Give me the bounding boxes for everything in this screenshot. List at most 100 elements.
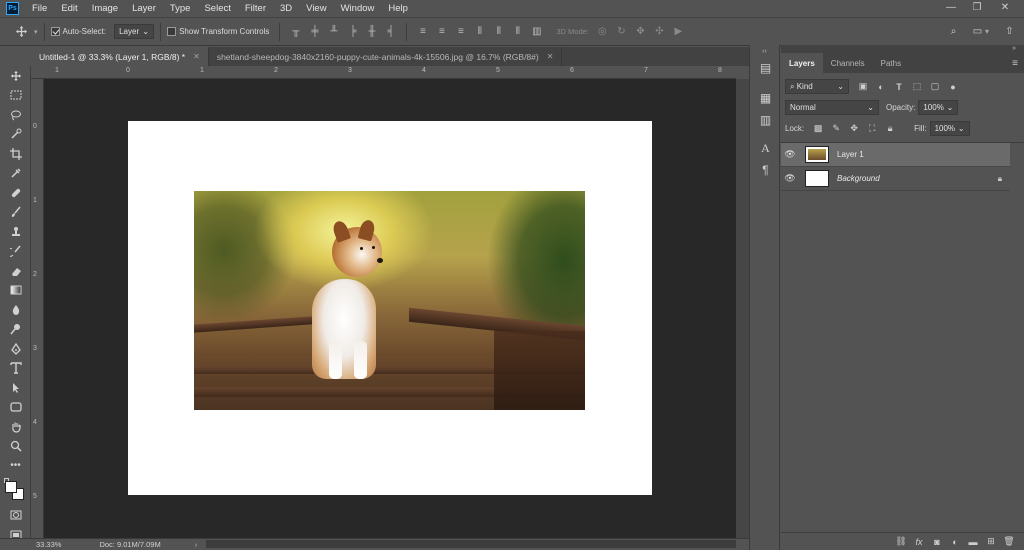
move-tool-icon[interactable] bbox=[12, 25, 30, 38]
restore-button[interactable]: ❐ bbox=[964, 0, 990, 15]
adjustment-layer-icon[interactable]: ◐ bbox=[946, 537, 964, 547]
distribute-right-icon[interactable]: ⦀ bbox=[511, 25, 524, 38]
fill-input[interactable]: 100% ⌄ bbox=[929, 121, 970, 136]
gradient-tool-icon[interactable] bbox=[0, 281, 31, 301]
tab-untitled-1[interactable]: Untitled-1 @ 33.3% (Layer 1, RGB/8) * ✕ bbox=[31, 47, 209, 66]
quick-selection-tool-icon[interactable] bbox=[0, 125, 31, 145]
lock-position-icon[interactable]: ✥ bbox=[848, 123, 860, 135]
blur-tool-icon[interactable] bbox=[0, 300, 31, 320]
lock-all-icon[interactable]: 🔒︎ bbox=[884, 123, 896, 135]
delete-layer-icon[interactable]: 🗑︎ bbox=[1000, 536, 1018, 547]
auto-select-checkbox[interactable] bbox=[50, 27, 60, 36]
new-layer-icon[interactable]: ⊞ bbox=[982, 536, 1000, 547]
align-top-icon[interactable]: ╥ bbox=[289, 25, 302, 38]
workspace-icon[interactable]: ▭ bbox=[971, 25, 984, 38]
brush-tool-icon[interactable] bbox=[0, 203, 31, 223]
auto-select-option[interactable]: Auto-Select: bbox=[50, 27, 106, 36]
menu-window[interactable]: Window bbox=[334, 3, 382, 14]
3d-scale-icon[interactable]: ▶ bbox=[672, 25, 685, 38]
align-horizontal-center-icon[interactable]: ╫ bbox=[365, 25, 378, 38]
rectangle-tool-icon[interactable] bbox=[0, 398, 31, 418]
libraries-panel-icon[interactable]: ▥ bbox=[750, 109, 781, 131]
minimize-button[interactable]: — bbox=[938, 0, 964, 15]
menu-edit[interactable]: Edit bbox=[54, 3, 84, 14]
collapse-panels-icon[interactable]: ‹‹ bbox=[750, 45, 779, 57]
tab-channels[interactable]: Channels bbox=[823, 53, 873, 73]
foreground-color-swatch[interactable] bbox=[5, 480, 17, 493]
menu-3d[interactable]: 3D bbox=[273, 3, 299, 14]
auto-select-dropdown[interactable]: Layer ⌄ bbox=[114, 24, 155, 39]
path-selection-tool-icon[interactable] bbox=[0, 378, 31, 398]
filter-kind-dropdown[interactable]: ⌕ Kind ⌄ bbox=[785, 79, 849, 94]
3d-slide-icon[interactable]: ✣ bbox=[653, 25, 666, 38]
pen-tool-icon[interactable] bbox=[0, 339, 31, 359]
menu-layer[interactable]: Layer bbox=[125, 3, 163, 14]
lock-artboard-icon[interactable]: ⛶ bbox=[866, 123, 878, 135]
document-canvas[interactable] bbox=[128, 121, 652, 495]
pixel-filter-icon[interactable]: ▣ bbox=[857, 81, 869, 93]
panel-collapse-icon[interactable]: » bbox=[781, 45, 1024, 53]
eraser-tool-icon[interactable] bbox=[0, 261, 31, 281]
3d-orbit-icon[interactable]: ◎ bbox=[596, 25, 609, 38]
panel-menu-icon[interactable]: ≡ bbox=[1012, 58, 1018, 69]
opacity-input[interactable]: 100% ⌄ bbox=[918, 100, 959, 115]
more-tools-icon[interactable]: ••• bbox=[0, 456, 31, 476]
hand-tool-icon[interactable] bbox=[0, 417, 31, 437]
close-button[interactable]: ✕ bbox=[992, 0, 1018, 15]
tab-paths[interactable]: Paths bbox=[873, 53, 909, 73]
blend-mode-dropdown[interactable]: Normal ⌄ bbox=[785, 100, 879, 115]
character-panel-icon[interactable]: A bbox=[750, 137, 781, 159]
adjustment-filter-icon[interactable]: ◐ bbox=[875, 81, 887, 93]
distribute-left-icon[interactable]: ⦀ bbox=[473, 25, 486, 38]
share-icon[interactable]: ⇧ bbox=[1003, 25, 1016, 38]
show-transform-option[interactable]: Show Transform Controls bbox=[167, 27, 269, 36]
menu-type[interactable]: Type bbox=[163, 3, 198, 14]
align-left-icon[interactable]: ╞ bbox=[346, 25, 359, 38]
show-transform-checkbox[interactable] bbox=[167, 27, 177, 36]
tab-shetland-sheepdog[interactable]: shetland-sheepdog-3840x2160-puppy-cute-a… bbox=[209, 47, 563, 66]
tool-preset-chevron-icon[interactable]: ▾ bbox=[34, 28, 38, 36]
dodge-tool-icon[interactable] bbox=[0, 320, 31, 340]
shape-filter-icon[interactable]: ⬚ bbox=[911, 81, 923, 93]
align-vertical-center-icon[interactable]: ╪ bbox=[308, 25, 321, 38]
menu-help[interactable]: Help bbox=[381, 3, 415, 14]
filter-toggle-icon[interactable]: ● bbox=[947, 81, 959, 93]
history-brush-tool-icon[interactable] bbox=[0, 242, 31, 262]
layer-style-icon[interactable]: fx bbox=[910, 537, 928, 547]
menu-filter[interactable]: Filter bbox=[238, 3, 273, 14]
menu-image[interactable]: Image bbox=[85, 3, 125, 14]
zoom-level[interactable]: 33.33% bbox=[36, 540, 61, 549]
distribute-hcenter-icon[interactable]: ⦀ bbox=[492, 25, 505, 38]
layer-name[interactable]: Background bbox=[837, 174, 880, 183]
search-icon[interactable]: ⌕ bbox=[947, 25, 960, 38]
paragraph-panel-icon[interactable]: ¶ bbox=[750, 159, 781, 181]
canvas-area[interactable] bbox=[44, 79, 736, 538]
crop-tool-icon[interactable] bbox=[0, 144, 31, 164]
marquee-tool-icon[interactable] bbox=[0, 86, 31, 106]
smart-object-filter-icon[interactable]: ▢ bbox=[929, 81, 941, 93]
move-tool-icon[interactable] bbox=[0, 66, 31, 86]
menu-file[interactable]: File bbox=[25, 3, 54, 14]
lock-transparent-icon[interactable]: ▩ bbox=[812, 123, 824, 135]
layer-row-layer-1[interactable]: 👁︎ Layer 1 bbox=[781, 143, 1010, 167]
puppy-photo-layer[interactable] bbox=[194, 191, 585, 410]
layer-mask-icon[interactable]: ◙ bbox=[928, 537, 946, 547]
type-filter-icon[interactable]: T bbox=[893, 81, 905, 93]
align-right-icon[interactable]: ╡ bbox=[384, 25, 397, 38]
distribute-vcenter-icon[interactable]: ≡ bbox=[435, 25, 448, 38]
menu-select[interactable]: Select bbox=[197, 3, 237, 14]
status-menu-icon[interactable]: › bbox=[195, 540, 198, 549]
zoom-tool-icon[interactable] bbox=[0, 437, 31, 457]
close-icon[interactable]: ✕ bbox=[193, 52, 200, 61]
3d-pan-icon[interactable]: ✥ bbox=[634, 25, 647, 38]
menu-view[interactable]: View bbox=[299, 3, 333, 14]
distribute-bottom-icon[interactable]: ≡ bbox=[454, 25, 467, 38]
align-bottom-icon[interactable]: ╨ bbox=[327, 25, 340, 38]
new-group-icon[interactable]: ▬ bbox=[964, 537, 982, 547]
auto-align-icon[interactable]: ▥ bbox=[530, 25, 543, 38]
type-tool-icon[interactable] bbox=[0, 359, 31, 379]
quick-mask-icon[interactable] bbox=[0, 506, 31, 526]
eye-icon[interactable]: 👁︎ bbox=[781, 173, 799, 184]
close-icon[interactable]: ✕ bbox=[547, 52, 554, 61]
distribute-top-icon[interactable]: ≡ bbox=[416, 25, 429, 38]
